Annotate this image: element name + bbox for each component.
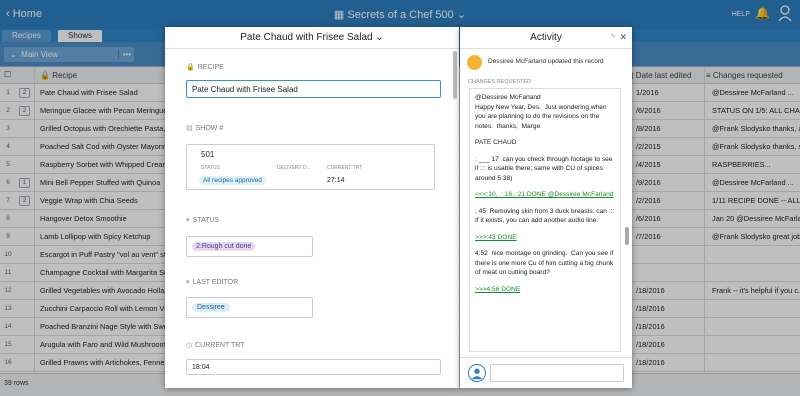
status-select[interactable]: 2:Rough cut done [186,236,313,257]
activity-scrollbar[interactable] [625,227,629,245]
show-trt-value: 27:14 [327,177,345,184]
show-status-label: STATUS [201,165,220,171]
status-pill: 2:Rough cut done [192,242,256,251]
user-avatar-icon [468,364,486,382]
dropdown-icon: ▾ [186,279,190,286]
show-delivery-label: DELIVERY D... [277,165,311,171]
editor-select[interactable]: Dessiree [186,297,313,318]
recipe-field-label: 🔒 RECIPE [186,63,224,71]
link-icon: ▤ [186,125,193,132]
editor-field-label: ▾ LAST EDITOR [186,278,238,286]
record-modal: Pate Chaud with Frisee Salad ⌄ 🔒 RECIPE P… [165,27,459,388]
change-note: >>>:43 DONE [475,233,517,241]
linked-show-card[interactable]: 501 STATUS DELIVERY D... CURRENT TRT All… [186,144,435,190]
chevron-down-icon: ⌄ [375,32,384,43]
show-trt-label: CURRENT TRT [327,165,363,171]
change-note: : ___ 17 can you check through footage t… [475,155,615,182]
change-note: PATE CHAUD [475,139,517,146]
editor-label-text: LAST EDITOR [192,279,239,286]
show-status-badge: All recipes approved [199,176,266,185]
activity-actions: ◝ ✕ [611,32,627,43]
current-trt-input[interactable]: 18:04 [186,359,441,375]
editor-pill: Dessiree [192,303,230,312]
activity-title: Activity [460,27,632,49]
recipe-input[interactable]: Pate Chaud with Frisee Salad [186,80,441,98]
show-label-text: SHOW # [195,125,224,132]
dropdown-icon: ▾ [186,217,190,224]
activity-update-text: Dessiree McFarland updated this record [488,58,604,65]
change-note: ; 45 Removing skin from 3 duck breasts: … [475,207,617,225]
status-field-label: ▾ STATUS [186,216,219,224]
change-note: @Dessiree McFarland Happy New Year, Des.… [475,94,607,130]
clock-icon: ◷ [186,342,193,349]
rss-icon[interactable]: ◝ [611,32,615,42]
comment-bar [460,357,632,388]
close-icon[interactable]: ✕ [619,32,627,42]
lock-icon: 🔒 [186,64,195,71]
recipe-label-text: RECIPE [197,64,224,71]
avatar [467,55,482,70]
record-title[interactable]: Pate Chaud with Frisee Salad ⌄ [165,27,459,49]
change-note: >>>4:56 DONE [475,285,521,293]
change-note: 4:52 nice montage on grinding. Can you s… [475,250,616,276]
change-note: <<<:10, : 16, :21 DONE @Dessiree McFarla… [475,191,614,198]
show-number: 501 [201,150,215,159]
changes-requested-content[interactable]: @Dessiree McFarland Happy New Year, Des.… [469,88,621,352]
trt-field-label: ◷ CURRENT TRT [186,341,245,349]
activity-panel: Activity ◝ ✕ Dessiree McFarland updated … [460,27,632,388]
record-title-text: Pate Chaud with Frisee Salad [240,32,373,43]
trt-label-text: CURRENT TRT [195,342,245,349]
comment-input[interactable] [490,364,624,382]
modal-scrollbar[interactable] [453,51,457,99]
show-field-label: ▤ SHOW # [186,124,223,132]
changes-requested-label: CHANGES REQUESTED [468,79,531,85]
status-label-text: STATUS [192,217,220,224]
